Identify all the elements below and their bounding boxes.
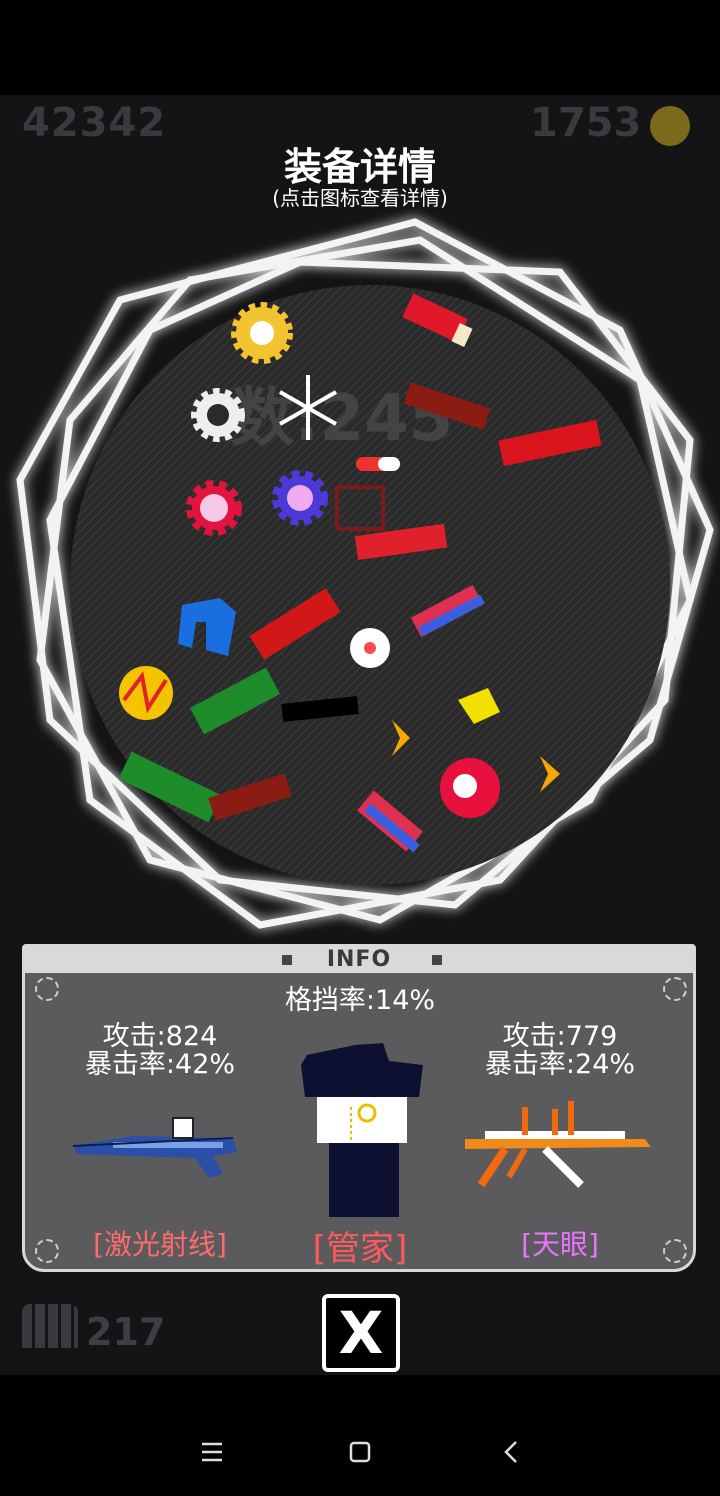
header-right-square [432,955,442,965]
left-weapon-name: [激光射线] [93,1228,227,1261]
info-header-label: INFO [326,947,392,972]
block-rate-text: 格挡率:14% [284,985,436,1016]
butler-character-icon[interactable] [295,1037,425,1219]
gear-white-icon[interactable] [191,388,245,442]
red-zigzag-ball-icon[interactable] [119,666,173,720]
sky-eye-gun-icon[interactable] [465,1097,655,1192]
close-icon: X [338,1299,384,1367]
system-navbar [0,1408,720,1496]
red-donut-icon[interactable] [440,758,500,818]
equipment-orb: 数:245 [16,218,714,929]
ammo-icon [22,1304,78,1348]
right-weapon-attack: 攻击:779 [502,1021,618,1052]
home-square-icon[interactable] [330,1426,390,1478]
left-weapon-crit: 暴击率:42% [84,1049,236,1080]
close-button[interactable]: X [322,1294,400,1372]
back-chevron-icon[interactable] [482,1426,542,1478]
character-name: [管家] [312,1229,408,1269]
gear-yellow-icon[interactable] [231,302,293,364]
left-weapon-attack: 攻击:824 [102,1021,218,1052]
right-weapon-crit: 暴击率:24% [484,1049,636,1080]
background-ammo: 217 [86,1310,166,1354]
screw-top-left-icon [35,977,59,1001]
right-weapon-name: [天眼] [521,1228,599,1261]
menu-icon[interactable] [182,1426,242,1478]
screw-top-right-icon [663,977,687,1001]
laser-gun-icon[interactable] [73,1112,241,1184]
purple-gear-icon[interactable] [272,470,328,526]
info-panel-header: INFO [25,947,693,973]
orb-eye-icon[interactable] [350,628,390,668]
pink-gear-icon[interactable] [186,480,242,536]
info-panel: INFO 格挡率:14% 攻击:824 暴击率:42% 攻击:779 暴击率:2… [22,944,696,1272]
